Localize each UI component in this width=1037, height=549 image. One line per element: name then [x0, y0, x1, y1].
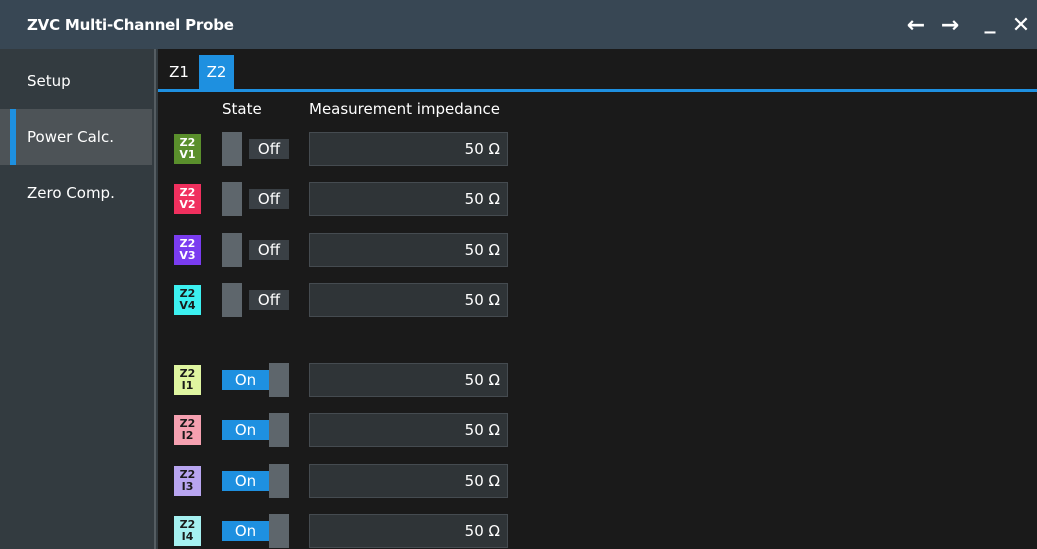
channel-badge: Z2 I4	[174, 516, 201, 546]
sidebar-item-zero-comp[interactable]: Zero Comp.	[0, 165, 152, 221]
tab-z1[interactable]: Z1	[163, 55, 195, 89]
channel-badge-line2: V1	[179, 148, 196, 161]
state-toggle[interactable]: On	[222, 514, 289, 548]
impedance-field[interactable]: 50 Ω	[309, 132, 508, 166]
channel-badge-line2: I1	[181, 379, 194, 392]
impedance-field[interactable]: 50 Ω	[309, 514, 508, 548]
state-toggle[interactable]: On	[222, 363, 289, 397]
state-toggle[interactable]: On	[222, 464, 289, 498]
toggle-label: Off	[249, 240, 289, 260]
impedance-column-header: Measurement impedance	[309, 100, 500, 118]
toggle-label: Off	[249, 189, 289, 209]
tab-bar: Z1 Z2	[158, 49, 1037, 89]
toggle-knob	[222, 132, 242, 166]
channel-badge: Z2 I1	[174, 365, 201, 395]
impedance-value: 50 Ω	[464, 190, 500, 208]
probe-window: ZVC Multi-Channel Probe ← → _ ✕ Setup Po…	[0, 0, 1037, 549]
close-icon[interactable]: ✕	[1008, 12, 1034, 38]
channel-badge-line2: I2	[181, 429, 194, 442]
state-toggle[interactable]: On	[222, 413, 289, 447]
tab-underline	[158, 89, 1037, 92]
channel-badge-line2: V3	[179, 249, 196, 262]
impedance-value: 50 Ω	[464, 371, 500, 389]
toggle-label: On	[222, 521, 269, 541]
toggle-label: On	[222, 471, 269, 491]
channel-badge-line2: V2	[179, 198, 196, 211]
toggle-label: On	[222, 420, 269, 440]
state-toggle[interactable]: Off	[222, 132, 289, 166]
sidebar-item-label: Setup	[27, 72, 71, 90]
toggle-knob	[269, 413, 289, 447]
channel-badge-line2: V4	[179, 299, 196, 312]
sidebar: Setup Power Calc. Zero Comp.	[0, 49, 152, 549]
minimize-icon[interactable]: _	[977, 8, 1003, 34]
channel-badge: Z2 V3	[174, 235, 201, 265]
toggle-knob	[222, 233, 242, 267]
toggle-knob	[222, 182, 242, 216]
impedance-value: 50 Ω	[464, 291, 500, 309]
impedance-field[interactable]: 50 Ω	[309, 283, 508, 317]
back-arrow-icon[interactable]: ←	[903, 12, 929, 38]
tab-z2[interactable]: Z2	[199, 55, 234, 89]
channel-badge-line2: I3	[181, 480, 194, 493]
toggle-knob	[222, 283, 242, 317]
channel-badge: Z2 V4	[174, 285, 201, 315]
state-column-header: State	[222, 100, 262, 118]
panel-divider	[152, 49, 158, 549]
window-title: ZVC Multi-Channel Probe	[27, 16, 234, 34]
toggle-label: Off	[249, 139, 289, 159]
state-toggle[interactable]: Off	[222, 233, 289, 267]
channel-badge: Z2 I2	[174, 415, 201, 445]
toggle-knob	[269, 464, 289, 498]
impedance-field[interactable]: 50 Ω	[309, 413, 508, 447]
channel-badge: Z2 I3	[174, 466, 201, 496]
sidebar-item-power-calc[interactable]: Power Calc.	[0, 109, 152, 165]
state-toggle[interactable]: Off	[222, 283, 289, 317]
impedance-field[interactable]: 50 Ω	[309, 464, 508, 498]
toggle-label: Off	[249, 290, 289, 310]
state-toggle[interactable]: Off	[222, 182, 289, 216]
impedance-value: 50 Ω	[464, 421, 500, 439]
impedance-value: 50 Ω	[464, 241, 500, 259]
impedance-value: 50 Ω	[464, 522, 500, 540]
toggle-knob	[269, 363, 289, 397]
sidebar-item-label: Zero Comp.	[27, 184, 115, 202]
sidebar-item-label: Power Calc.	[27, 128, 114, 146]
impedance-value: 50 Ω	[464, 472, 500, 490]
toggle-label: On	[222, 370, 269, 390]
impedance-field[interactable]: 50 Ω	[309, 182, 508, 216]
channel-badge: Z2 V1	[174, 134, 201, 164]
impedance-value: 50 Ω	[464, 140, 500, 158]
impedance-field[interactable]: 50 Ω	[309, 363, 508, 397]
channel-badge: Z2 V2	[174, 184, 201, 214]
title-bar: ZVC Multi-Channel Probe ← → _ ✕	[0, 0, 1037, 49]
sidebar-item-setup[interactable]: Setup	[0, 53, 152, 109]
forward-arrow-icon[interactable]: →	[937, 12, 963, 38]
toggle-knob	[269, 514, 289, 548]
impedance-field[interactable]: 50 Ω	[309, 233, 508, 267]
channel-badge-line2: I4	[181, 530, 194, 543]
